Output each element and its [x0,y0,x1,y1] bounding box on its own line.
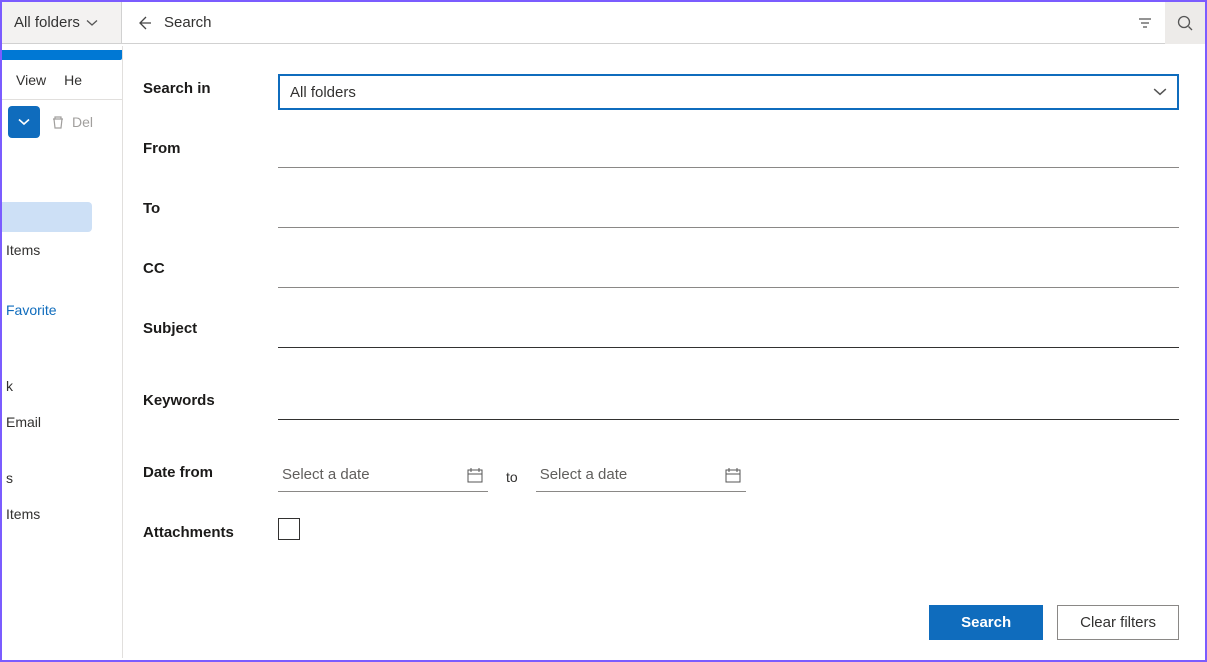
row-to: To [143,184,1179,244]
attachments-label: Attachments [143,518,278,541]
advanced-search-panel: Search in All folders From To CC Subject… [122,46,1203,658]
search-in-value: All folders [290,84,356,101]
row-search-in: Search in All folders [143,64,1179,124]
date-from-placeholder: Select a date [282,466,370,483]
background-toolbar-fragment: View He Del [2,46,122,136]
chevron-down-icon [86,17,98,29]
row-from: From [143,124,1179,184]
date-to-placeholder: Select a date [540,466,628,483]
keywords-label: Keywords [143,386,278,409]
panel-footer: Search Clear filters [929,605,1179,640]
delete-label: Del [72,114,93,130]
search-row: Search [122,2,1205,43]
tab-view[interactable]: View [16,72,46,88]
cc-label: CC [143,254,278,277]
selected-folder[interactable] [2,202,92,232]
cc-input[interactable] [278,254,1179,288]
attachments-checkbox[interactable] [278,518,300,540]
new-mail-dropdown[interactable] [8,106,40,138]
row-date: Date from Select a date to Select a date [143,448,1179,508]
chevron-down-icon [1153,85,1167,99]
row-attachments: Attachments [143,508,1179,568]
keywords-input[interactable] [278,386,1179,420]
calendar-icon [724,466,742,484]
to-input[interactable] [278,194,1179,228]
tab-help-fragment[interactable]: He [64,72,82,88]
date-to-picker[interactable]: Select a date [536,458,746,492]
subject-input[interactable] [278,314,1179,348]
folder-item-k[interactable]: k [2,368,92,404]
folder-item-empty [2,328,92,368]
date-from-label: Date from [143,458,278,481]
filter-icon[interactable] [1125,2,1165,44]
search-topbar: All folders Search [2,2,1205,44]
row-subject: Subject [143,304,1179,376]
folder-items2[interactable]: Items [2,496,92,532]
folder-list-fragment: Items Favorite k Email s Items [2,202,92,532]
folder-favorite[interactable]: Favorite [2,292,92,328]
search-icon[interactable] [1165,2,1205,44]
search-in-label: Search in [143,74,278,97]
scope-label: All folders [14,14,80,31]
back-button[interactable] [130,9,158,37]
folder-item-empty [2,268,92,292]
date-to-word: to [506,465,518,485]
delete-button-fragment[interactable]: Del [50,114,93,130]
ribbon-blue-strip [2,50,122,60]
search-in-dropdown[interactable]: All folders [278,74,1179,110]
search-button[interactable]: Search [929,605,1043,640]
from-input[interactable] [278,134,1179,168]
folder-item-s[interactable]: s [2,460,92,496]
clear-filters-button[interactable]: Clear filters [1057,605,1179,640]
folder-email[interactable]: Email [2,404,92,440]
from-label: From [143,134,278,157]
to-label: To [143,194,278,217]
date-from-picker[interactable]: Select a date [278,458,488,492]
row-keywords: Keywords [143,376,1179,448]
subject-label: Subject [143,314,278,337]
search-input-text[interactable]: Search [158,14,1125,31]
scope-dropdown[interactable]: All folders [2,2,122,43]
folder-item[interactable]: Items [2,232,92,268]
calendar-icon [466,466,484,484]
row-cc: CC [143,244,1179,304]
folder-item-empty [2,440,92,460]
